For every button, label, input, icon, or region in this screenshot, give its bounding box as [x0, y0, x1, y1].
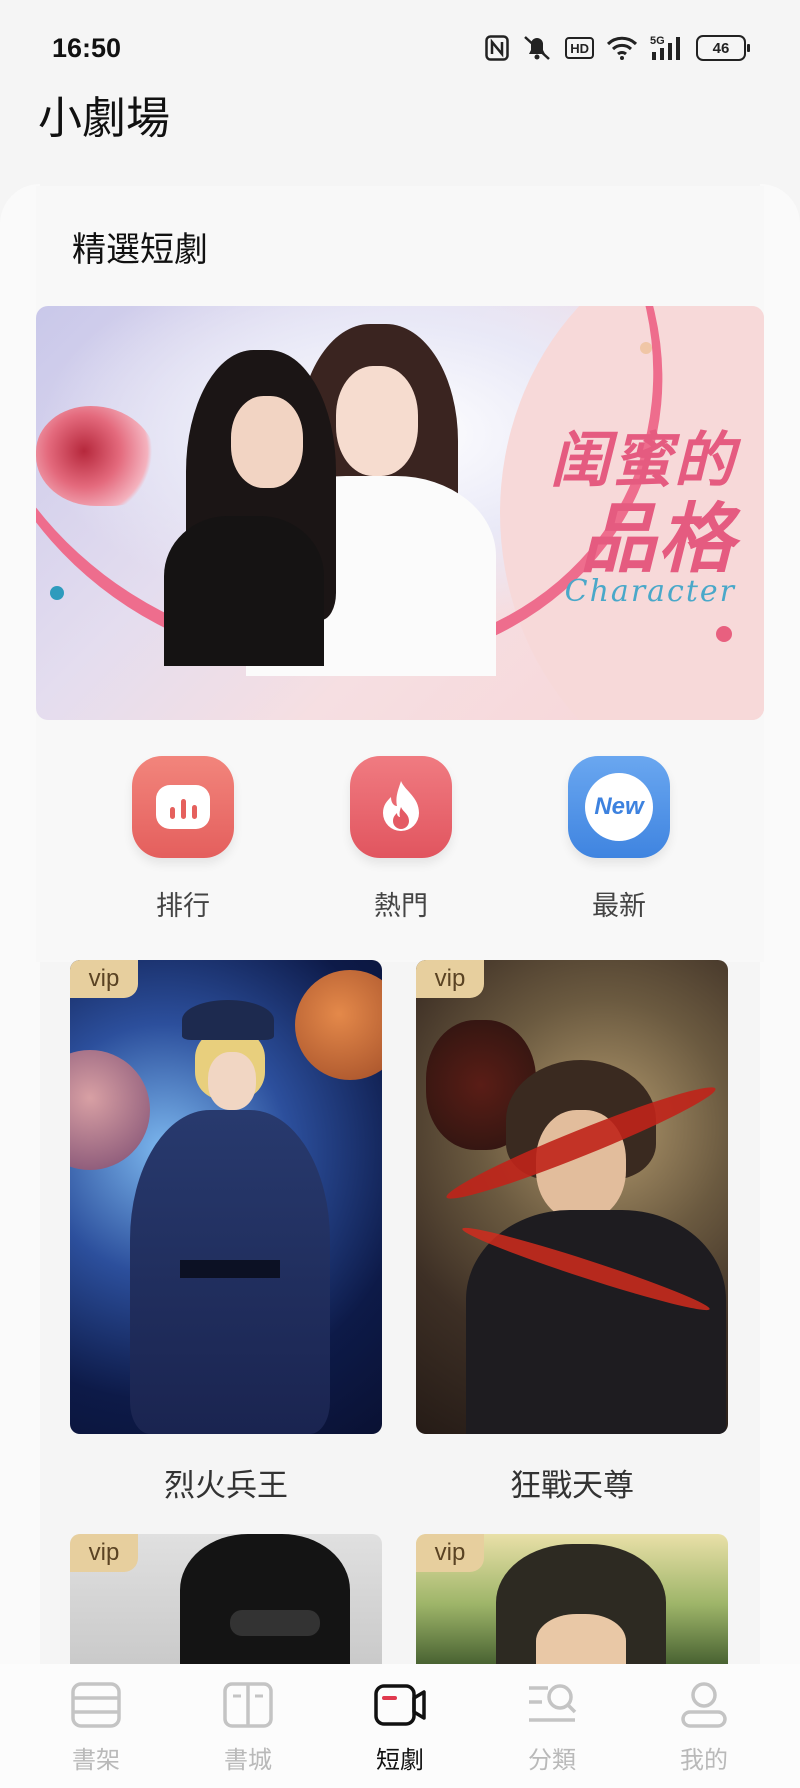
section-title: 精選短劇 — [72, 230, 208, 270]
banner-title-line2: 品格 — [580, 494, 736, 583]
character-belt — [180, 1260, 280, 1278]
book-open-icon — [221, 1678, 275, 1732]
quick-action-ranking[interactable]: 排行 — [118, 756, 248, 923]
vip-badge: vip — [70, 960, 138, 998]
quick-actions: 排行 熱門 New 最新 — [36, 756, 764, 926]
nav-label: 書城 — [224, 1746, 272, 1774]
drama-cover: vip — [70, 960, 382, 1434]
character-cap — [182, 1000, 274, 1040]
wifi-icon — [606, 34, 638, 62]
quick-action-label: 排行 — [156, 891, 210, 922]
panel-edge-right — [760, 184, 800, 1664]
nav-item-category[interactable]: 分類 — [492, 1664, 612, 1788]
profile-icon — [677, 1678, 731, 1732]
vip-badge: vip — [416, 1534, 484, 1572]
panel-edge-left — [0, 184, 40, 1664]
new-badge-icon: New — [568, 756, 670, 858]
character-hair — [180, 1534, 350, 1674]
drama-cover: vip — [416, 1534, 728, 1674]
nav-label: 我的 — [680, 1746, 728, 1774]
vip-badge: vip — [70, 1534, 138, 1572]
status-icons: HD 5G 46 — [485, 34, 750, 62]
category-search-icon — [525, 1678, 579, 1732]
nfc-icon — [485, 34, 509, 62]
nav-item-profile[interactable]: 我的 — [644, 1664, 764, 1788]
actress-right-face — [336, 366, 418, 476]
drama-cover: vip — [70, 1534, 382, 1674]
mute-bell-icon — [521, 34, 553, 62]
drama-card[interactable]: vip — [416, 1534, 728, 1674]
battery-indicator: 46 — [696, 35, 750, 61]
bar-chart-icon — [132, 756, 234, 858]
drama-card[interactable]: vip 狂戰天尊 — [416, 960, 728, 1505]
status-time: 16:50 — [52, 32, 122, 63]
nav-label: 分類 — [528, 1746, 576, 1774]
bookshelf-icon — [69, 1678, 123, 1732]
sunglasses — [230, 1610, 320, 1636]
vip-badge: vip — [416, 960, 484, 998]
bottom-nav: 書架 書城 短劇 分類 我的 — [0, 1664, 800, 1788]
character-face — [208, 1052, 256, 1110]
banner-title: 闺蜜的 品格 Character — [550, 426, 736, 609]
banner-dot-pink — [716, 626, 732, 642]
banner-dot-teal — [50, 586, 64, 600]
banner-dot-peach — [640, 342, 652, 354]
nav-item-bookshelf[interactable]: 書架 — [36, 1664, 156, 1788]
network-label: 5G — [650, 35, 665, 47]
nav-label: 短劇 — [376, 1746, 424, 1774]
basketball-planet — [295, 970, 382, 1080]
planet-left — [70, 1050, 150, 1170]
nav-label: 書架 — [72, 1746, 120, 1774]
featured-banner[interactable]: 闺蜜的 品格 Character — [36, 306, 764, 720]
hd-badge: HD — [565, 37, 594, 59]
flame-icon — [350, 756, 452, 858]
quick-action-label: 熱門 — [374, 891, 428, 922]
banner-title-line1: 闺蜜的 — [550, 426, 736, 496]
quick-action-hot[interactable]: 熱門 — [336, 756, 466, 923]
actress-left-face — [231, 396, 303, 488]
signal-5g-icon: 5G — [650, 34, 684, 62]
nav-item-bookstore[interactable]: 書城 — [188, 1664, 308, 1788]
nav-item-short-drama[interactable]: 短劇 — [340, 1664, 460, 1788]
drama-title: 烈火兵王 — [164, 1468, 288, 1504]
drama-card[interactable]: vip 烈火兵王 — [70, 960, 382, 1505]
banner-subtitle: Character — [564, 574, 736, 609]
quick-action-label: 最新 — [592, 891, 646, 922]
actress-left-body — [164, 516, 324, 666]
video-camera-icon — [373, 1678, 427, 1732]
drama-title: 狂戰天尊 — [510, 1468, 634, 1504]
drama-cover: vip — [416, 960, 728, 1434]
drama-card[interactable]: vip — [70, 1534, 382, 1674]
quick-action-new[interactable]: New 最新 — [554, 756, 684, 923]
page-title: 小劇場 — [38, 93, 170, 144]
